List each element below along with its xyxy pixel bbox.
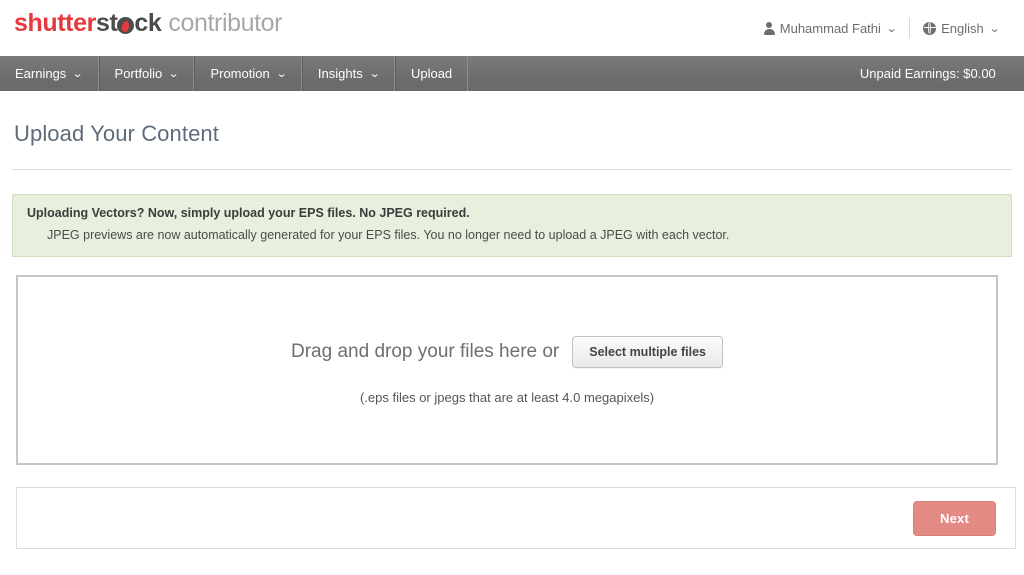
nav-item-portfolio[interactable]: Portfolio ⌄ <box>98 56 195 91</box>
nav-item-promotion[interactable]: Promotion ⌄ <box>194 56 302 91</box>
nav-item-upload[interactable]: Upload <box>394 56 469 91</box>
next-button[interactable]: Next <box>913 500 996 536</box>
logo-o-glyph-icon <box>117 16 135 34</box>
main-navigation: Earnings ⌄ Portfolio ⌄ Promotion ⌄ Insig… <box>0 56 1024 91</box>
language-name: English <box>941 20 984 36</box>
site-logo[interactable]: shutterst ck contributor <box>14 9 283 37</box>
dropzone-prompt: Drag and drop your files here or <box>291 340 560 362</box>
account-menu[interactable]: Muhammad Fathi ⌄ <box>751 21 909 36</box>
dropzone-hint: (.eps files or jpegs that are at least 4… <box>359 389 655 405</box>
nav-item-label: Earnings <box>15 66 67 81</box>
chevron-down-icon: ⌄ <box>168 68 180 80</box>
logo-brand-part3: ck <box>134 9 162 37</box>
logo-product-name: contributor <box>168 9 283 37</box>
select-multiple-files-button[interactable]: Select multiple files <box>572 335 723 368</box>
file-dropzone[interactable]: Drag and drop your files here or Select … <box>16 275 998 465</box>
header-right-group: Muhammad Fathi ⌄ English ⌄ <box>751 0 1012 56</box>
nav-item-insights[interactable]: Insights ⌄ <box>301 56 395 91</box>
vector-upload-notice: Uploading Vectors? Now, simply upload yo… <box>12 194 1012 257</box>
top-header: shutterst ck contributor Muhammad Fathi ⌄ … <box>0 0 1024 56</box>
language-menu[interactable]: English ⌄ <box>910 21 1012 36</box>
unpaid-earnings-menu[interactable]: Unpaid Earnings: $0.00 ⌄ <box>860 56 1024 91</box>
nav-item-label: Portfolio <box>114 66 163 81</box>
logo-brand-part2: st <box>95 9 118 37</box>
globe-icon <box>923 21 937 35</box>
logo-brand-part1: shutter <box>14 9 96 37</box>
person-icon <box>763 21 775 35</box>
notice-body: JPEG previews are now automatically gene… <box>47 228 730 242</box>
chevron-down-icon: ⌄ <box>988 22 1001 35</box>
account-name: Muhammad Fathi <box>779 20 881 36</box>
chevron-down-icon: ⌄ <box>72 68 84 80</box>
chevron-down-icon: ⌄ <box>368 68 381 80</box>
notice-heading: Uploading Vectors? Now, simply upload yo… <box>27 206 470 220</box>
chevron-down-icon: ⌄ <box>1000 68 1013 80</box>
title-divider <box>12 169 1012 170</box>
nav-item-label: Upload <box>410 66 453 81</box>
nav-item-earnings[interactable]: Earnings ⌄ <box>0 56 99 91</box>
nav-item-label: Insights <box>317 66 363 81</box>
unpaid-earnings-label: Unpaid Earnings: $0.00 <box>859 66 996 81</box>
nav-item-label: Promotion <box>210 66 270 81</box>
nav-items-group: Earnings ⌄ Portfolio ⌄ Promotion ⌄ Insig… <box>0 56 469 91</box>
footer-action-panel: Next <box>16 487 1016 549</box>
chevron-down-icon: ⌄ <box>275 68 288 80</box>
dropzone-prompt-row: Drag and drop your files here or Select … <box>291 335 723 368</box>
page-title: Upload Your Content <box>14 121 219 146</box>
chevron-down-icon: ⌄ <box>885 22 898 35</box>
page-content: Upload Your Content Uploading Vectors? N… <box>0 91 1024 549</box>
